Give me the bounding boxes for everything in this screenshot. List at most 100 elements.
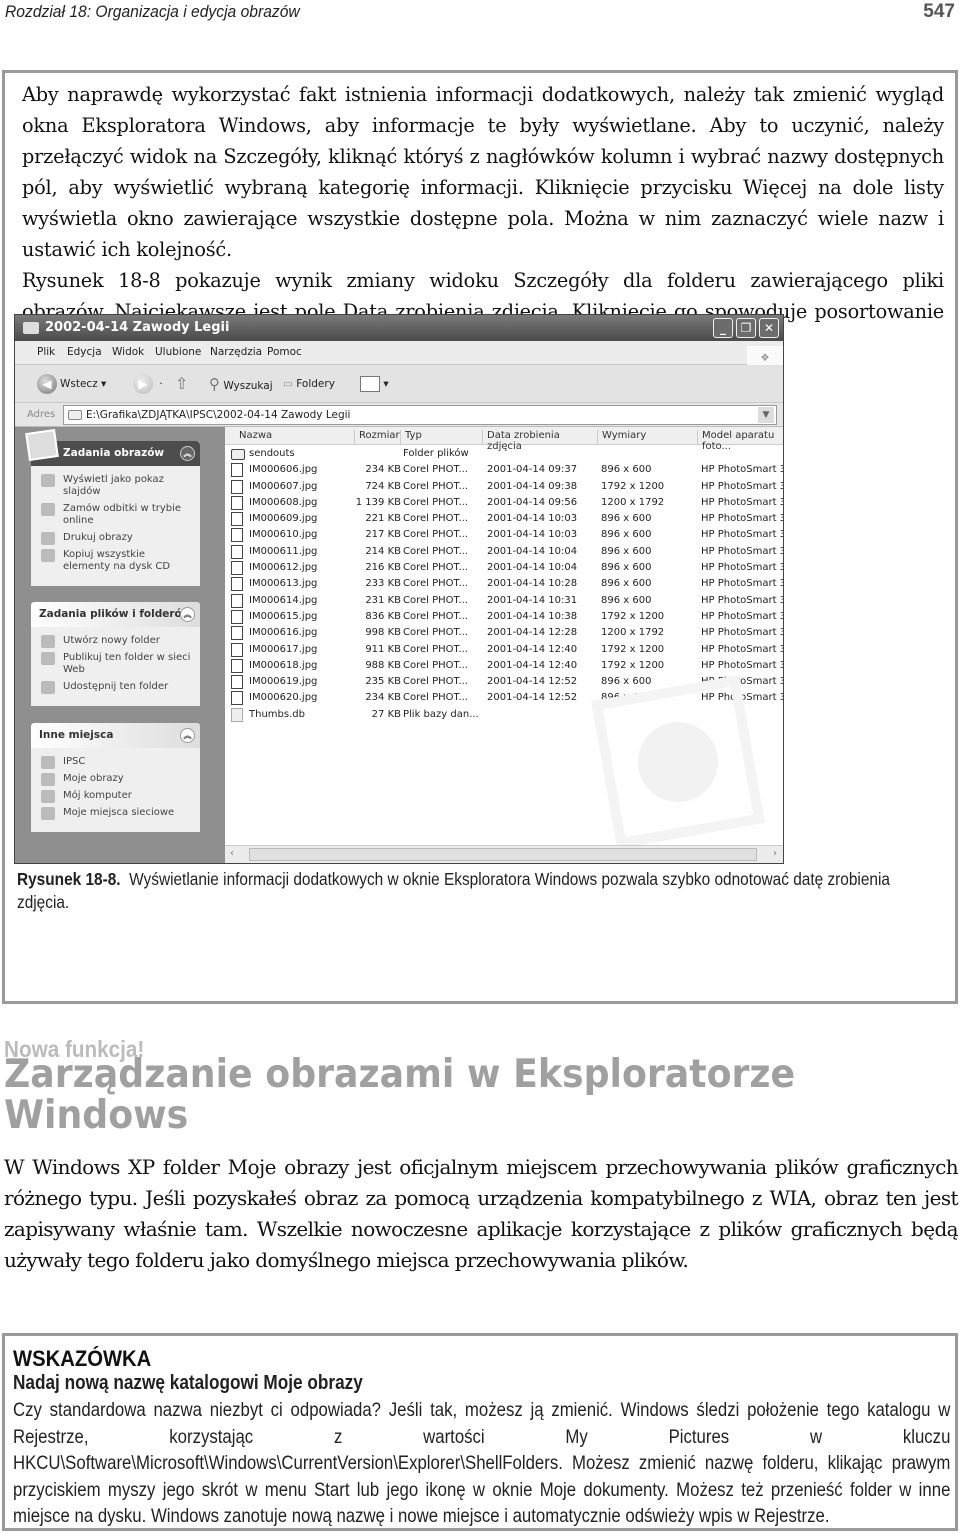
chevron-down-icon[interactable]: ▼ (758, 407, 774, 423)
file-list: Nazwa Rozmiar Typ Data zrobienia zdjęcia… (225, 427, 783, 863)
cell-type: Corel PHOT... (403, 545, 468, 557)
cell-model: HP PhotoSmart 318 (701, 659, 783, 671)
address-input[interactable]: E:\Grafika\ZDJĄTKA\IPSC\2002-04-14 Zawod… (63, 405, 777, 425)
folders-button[interactable]: ▭ Foldery (283, 373, 335, 395)
cell-size: 234 KB (365, 692, 401, 704)
file-row[interactable]: IM000607.jpg 724 KB Corel PHOT... 2001-04-1… (225, 479, 783, 495)
horizontal-scrollbar[interactable]: ‹ › (225, 845, 783, 863)
cell-size: 217 KB (365, 529, 401, 541)
file-row[interactable]: IM000613.jpg 233 KB Corel PHOT... 2001-04-1… (225, 576, 783, 592)
title-bar[interactable]: 2002-04-14 Zawody Legii _ ❐ ✕ (15, 315, 783, 341)
task-item[interactable]: Zamów odbitki w trybie online (39, 503, 194, 527)
file-row[interactable]: IM000618.jpg 988 KB Corel PHOT... 2001-04-1… (225, 658, 783, 674)
menu-pomoc[interactable]: Pomoc (267, 346, 302, 358)
cell-model: HP PhotoSmart 318 (701, 594, 783, 606)
menu-narzedzia[interactable]: Narzędzia (210, 346, 262, 358)
menu-widok[interactable]: Widok (112, 346, 144, 358)
col-name[interactable]: Nazwa (235, 430, 355, 444)
task-item[interactable]: Publikuj ten folder w sieci Web (39, 652, 194, 676)
chapter-title: Rozdział 18: Organizacja i edycja obrazó… (5, 2, 300, 21)
views-button[interactable]: ▾ (360, 373, 389, 395)
print-icon (41, 532, 55, 545)
minimize-button[interactable]: _ (713, 318, 733, 338)
file-row[interactable]: IM000616.jpg 998 KB Corel PHOT... 2001-04-1… (225, 625, 783, 641)
pictures-watermark-icon (591, 675, 765, 849)
image-file-icon (231, 609, 243, 624)
file-row[interactable]: IM000615.jpg 836 KB Corel PHOT... 2001-04-1… (225, 609, 783, 625)
forward-arrow-icon: ▶ (133, 374, 153, 394)
file-row[interactable]: IM000606.jpg 234 KB Corel PHOT... 2001-04-1… (225, 462, 783, 478)
task-item[interactable]: Udostępnij ten folder (39, 681, 194, 694)
folder-icon (68, 410, 82, 420)
order-prints-icon (41, 503, 55, 516)
cell-dims: 1792 x 1200 (601, 643, 665, 655)
collapse-icon[interactable]: ︽ (180, 446, 195, 461)
image-file-icon (231, 463, 243, 478)
back-button[interactable]: ◀ Wstecz ▾ (37, 373, 106, 395)
col-camera-model[interactable]: Model aparatu foto... (698, 430, 783, 452)
col-dimensions[interactable]: Wymiary (598, 430, 698, 444)
restore-button[interactable]: ❐ (736, 318, 756, 338)
cell-name: IM000608.jpg (249, 496, 318, 508)
cell-model: HP PhotoSmart 318 (701, 643, 783, 655)
image-file-icon (231, 593, 243, 608)
place-item[interactable]: Moje obrazy (39, 773, 194, 786)
back-arrow-icon: ◀ (37, 374, 57, 394)
network-icon (41, 807, 55, 820)
place-item[interactable]: Mój komputer (39, 790, 194, 803)
close-button[interactable]: ✕ (759, 318, 779, 338)
views-icon (360, 376, 380, 392)
task-item[interactable]: Kopiuj wszystkie elementy na dysk CD (39, 549, 194, 573)
scroll-thumb[interactable] (249, 848, 757, 861)
file-row[interactable]: IM000609.jpg 221 KB Corel PHOT... 2001-04-1… (225, 511, 783, 527)
address-bar: Adres E:\Grafika\ZDJĄTKA\IPSC\2002-04-14… (15, 403, 783, 427)
cell-name: Thumbs.db (249, 708, 305, 720)
file-row[interactable]: IM000612.jpg 216 KB Corel PHOT... 2001-04-1… (225, 560, 783, 576)
file-row[interactable]: IM000617.jpg 911 KB Corel PHOT... 2001-04-1… (225, 642, 783, 658)
cell-size: 235 KB (365, 676, 401, 688)
folders-label: Foldery (296, 378, 335, 390)
menu-plik[interactable]: Plik (37, 346, 55, 358)
database-file-icon (231, 707, 243, 722)
scroll-left-icon[interactable]: ‹ (230, 848, 234, 859)
figure-caption-text: Wyświetlanie informacji dodatkowych w ok… (17, 869, 890, 912)
menu-edycja[interactable]: Edycja (67, 346, 102, 358)
cell-type: Corel PHOT... (403, 496, 468, 508)
image-file-icon (231, 642, 243, 657)
back-label: Wstecz (60, 378, 98, 390)
col-date-taken[interactable]: Data zrobienia zdjęcia (483, 430, 598, 452)
folder-icon (231, 449, 245, 460)
forward-button[interactable]: ▶ · (133, 373, 163, 395)
file-row[interactable]: IM000614.jpg 231 KB Corel PHOT... 2001-04-1… (225, 593, 783, 609)
cell-type: Corel PHOT... (403, 562, 468, 574)
collapse-icon[interactable]: ︽ (180, 728, 195, 743)
task-item[interactable]: Drukuj obrazy (39, 532, 194, 545)
cell-model: HP PhotoSmart 318 (701, 480, 783, 492)
cell-date: 2001-04-14 09:37 (487, 464, 578, 476)
task-item[interactable]: Utwórz nowy folder (39, 635, 194, 648)
menu-ulubione[interactable]: Ulubione (155, 346, 201, 358)
place-item[interactable]: IPSC (39, 756, 194, 769)
cell-date: 2001-04-14 10:31 (487, 594, 578, 606)
task-item[interactable]: Wyświetl jako pokaz slajdów (39, 474, 194, 498)
search-button[interactable]: ⚲ Wyszukaj (209, 373, 273, 395)
panel-header[interactable]: Inne miejsca ︽ (31, 723, 200, 748)
col-type[interactable]: Typ (401, 430, 483, 444)
collapse-icon[interactable]: ︽ (180, 607, 195, 622)
file-row[interactable]: IM000610.jpg 217 KB Corel PHOT... 2001-04-1… (225, 527, 783, 543)
col-size[interactable]: Rozmiar (355, 430, 401, 444)
panel-header[interactable]: Zadania obrazów ︽ (25, 429, 200, 466)
file-row[interactable]: IM000608.jpg 1 139 KB Corel PHOT... 2001-04… (225, 495, 783, 511)
cell-size: 724 KB (365, 480, 401, 492)
cell-dims: 896 x 600 (601, 594, 652, 606)
up-folder-icon[interactable]: ⇧ (175, 373, 188, 395)
cell-type: Corel PHOT... (403, 692, 468, 704)
file-row[interactable]: IM000611.jpg 214 KB Corel PHOT... 2001-04-1… (225, 544, 783, 560)
heading-line-2: Windows (4, 1093, 189, 1138)
file-row[interactable]: sendouts Folder plików (225, 446, 783, 462)
scroll-right-icon[interactable]: › (773, 848, 777, 859)
place-item[interactable]: Moje miejsca sieciowe (39, 807, 194, 820)
panel-header[interactable]: Zadania plików i folderów ︽ (31, 602, 200, 627)
cell-name: IM000616.jpg (249, 627, 318, 639)
panel-title: Inne miejsca (39, 729, 114, 741)
